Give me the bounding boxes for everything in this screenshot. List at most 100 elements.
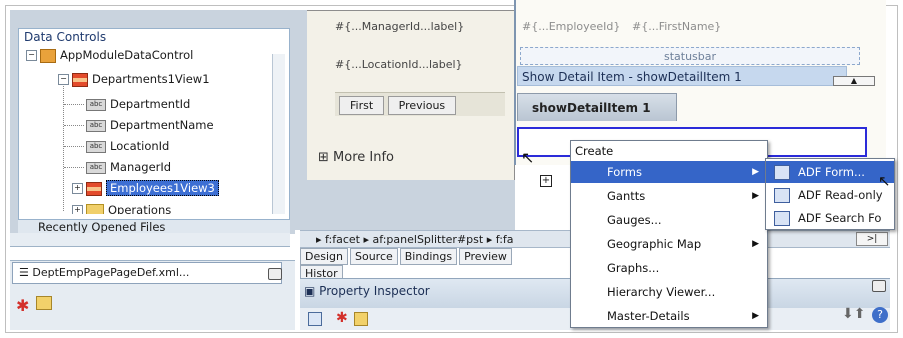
property-inspector-label: Property Inspector	[319, 284, 430, 298]
tree-item-label: LocationId	[110, 139, 170, 153]
expand-icon[interactable]: +	[72, 183, 83, 194]
left-status-bar	[10, 233, 290, 247]
menu-item-label: Hierarchy Viewer...	[607, 285, 716, 299]
show-detail-item-title[interactable]: Show Detail Item - showDetailItem 1	[517, 66, 847, 86]
tree-item-label: ManagerId	[110, 160, 172, 174]
tab-preview[interactable]: Preview	[459, 248, 512, 265]
menu-item-label: Master-Details	[607, 309, 690, 323]
menu-item-master-details[interactable]: Master-Details ▶	[571, 305, 767, 327]
tree-item-app-module[interactable]: − AppModuleDataControl	[26, 46, 193, 64]
context-menu: Create Forms ▶ Gantts ▶ Gauges... Geograph…	[570, 140, 768, 328]
attribute-icon: abc	[86, 119, 106, 132]
tree-item-departments[interactable]: − Departments1View1	[58, 70, 210, 88]
submenu-item-label: ADF Read-only	[798, 188, 883, 202]
submenu-arrow-icon: ▶	[752, 191, 759, 201]
statusbar-placeholder: statusbar	[520, 47, 860, 65]
submenu-item-adf-read-only[interactable]: ADF Read-only	[766, 184, 894, 206]
property-inspector-icon: ▣	[304, 284, 316, 298]
submenu-arrow-icon: ▶	[752, 311, 759, 321]
submenu-item-label: ADF Form...	[798, 165, 865, 179]
menu-item-label: Gauges...	[607, 213, 662, 227]
navigation-buttons: First Previous	[335, 92, 505, 116]
collapse-icon[interactable]: −	[58, 74, 69, 85]
expand-icon[interactable]: ⊞	[318, 150, 329, 165]
tree-line	[64, 146, 84, 147]
tree-item-label: AppModuleDataControl	[60, 48, 194, 62]
previous-button[interactable]: Previous	[387, 96, 457, 115]
first-button[interactable]: First	[339, 96, 385, 115]
tree-line	[64, 104, 84, 105]
tree-item-manager-id[interactable]: abc ManagerId	[86, 158, 171, 176]
tree-item-employees[interactable]: + Employees1View3	[72, 179, 219, 197]
minimize-button[interactable]	[872, 280, 886, 292]
breadcrumb-arrow-icon: ▸	[363, 233, 369, 246]
menu-item-gantts[interactable]: Gantts ▶	[571, 185, 767, 207]
location-id-binding: #{...LocationId...label}	[335, 58, 463, 71]
more-info-section[interactable]: ⊞ More Info	[318, 150, 394, 165]
collapse-toggle[interactable]: ▲	[833, 76, 875, 86]
tree-item-label: Employees1View3	[106, 180, 219, 196]
edit-icon[interactable]	[354, 312, 368, 326]
tree-item-department-name[interactable]: abc DepartmentName	[86, 116, 214, 134]
tree-item-operations[interactable]: + Operations	[72, 201, 171, 214]
page-def-tab[interactable]: ☰ DeptEmpPagePageDef.xml...	[12, 262, 282, 284]
navigate-icon[interactable]: ⬇⬆	[842, 306, 865, 322]
tab-design[interactable]: Design	[300, 248, 348, 265]
tree-item-label: Departments1View1	[92, 72, 210, 86]
tree-item-label: DepartmentId	[110, 97, 191, 111]
more-info-label: More Info	[333, 150, 395, 165]
menu-item-label: Forms	[607, 165, 642, 179]
tree-item-location-id[interactable]: abc LocationId	[86, 137, 169, 155]
menu-header: Create	[575, 144, 614, 158]
menu-item-gauges[interactable]: Gauges...	[571, 209, 767, 231]
collapse-icon[interactable]: −	[26, 50, 37, 61]
manager-id-binding: #{...ManagerId...label}	[335, 20, 465, 33]
breadcrumb-item[interactable]: f:facet	[325, 233, 360, 246]
forms-submenu: ADF Form... ADF Read-only ADF Search Fo	[765, 158, 895, 230]
recent-files-label: Recently Opened Files	[38, 220, 166, 234]
page-def-tab-label: DeptEmpPagePageDef.xml...	[32, 266, 190, 279]
cursor-icon: ↖	[521, 148, 535, 167]
expand-icon[interactable]: +	[72, 205, 83, 214]
view-object-icon	[86, 181, 102, 196]
submenu-arrow-icon: ▶	[752, 167, 759, 177]
submenu-item-label: ADF Search Fo	[798, 211, 882, 225]
pin-icon[interactable]: ✱	[336, 310, 348, 326]
form-icon	[774, 165, 790, 180]
breadcrumb-item[interactable]: f:fa	[496, 233, 514, 246]
help-icon[interactable]: ?	[872, 307, 888, 323]
attribute-icon: abc	[86, 140, 106, 153]
tab-source[interactable]: Source	[349, 248, 398, 265]
data-control-icon	[40, 48, 56, 63]
employee-id-column: #{...EmployeeId}	[522, 20, 621, 33]
breadcrumb-item[interactable]: af:panelSplitter#pst	[373, 233, 484, 246]
tab-bindings[interactable]: Bindings	[399, 248, 458, 265]
editor-gutter	[295, 10, 307, 200]
menu-item-geographic-map[interactable]: Geographic Map ▶	[571, 233, 767, 255]
minimize-button[interactable]	[268, 268, 282, 280]
menu-item-hierarchy-viewer[interactable]: Hierarchy Viewer...	[571, 281, 767, 303]
breadcrumb-arrow-icon: ▸	[316, 233, 322, 246]
breadcrumb-scroll-button[interactable]: >|	[856, 232, 888, 246]
editor-bottom-area	[295, 180, 515, 230]
tree-scrollbar[interactable]	[272, 54, 285, 214]
tree-item-label: DepartmentName	[110, 118, 214, 132]
tree-item-department-id[interactable]: abc DepartmentId	[86, 95, 190, 113]
tree-item-label: Operations	[108, 203, 172, 214]
submenu-item-adf-search-form[interactable]: ADF Search Fo	[766, 207, 894, 229]
menu-item-graphs[interactable]: Graphs...	[571, 257, 767, 279]
menu-item-label: Geographic Map	[607, 237, 702, 251]
attribute-icon: abc	[86, 98, 106, 111]
data-controls-title: Data Controls	[24, 30, 107, 44]
pin-icon[interactable]: ✱	[16, 296, 29, 315]
show-detail-tab[interactable]: showDetailItem 1	[517, 93, 677, 121]
editor-tabs: Design Source Bindings PreviewHistor	[300, 248, 550, 282]
toolbar-icon[interactable]	[308, 312, 322, 326]
edit-icon[interactable]	[36, 296, 52, 310]
property-inspector-tab[interactable]: ▣ Property Inspector	[304, 284, 430, 298]
page-def-file-icon: ☰	[19, 266, 29, 279]
menu-item-forms[interactable]: Forms ▶	[571, 161, 767, 183]
first-name-column: #{...FirstName}	[632, 20, 722, 33]
form-icon	[774, 211, 790, 226]
submenu-item-adf-form[interactable]: ADF Form...	[766, 161, 894, 183]
